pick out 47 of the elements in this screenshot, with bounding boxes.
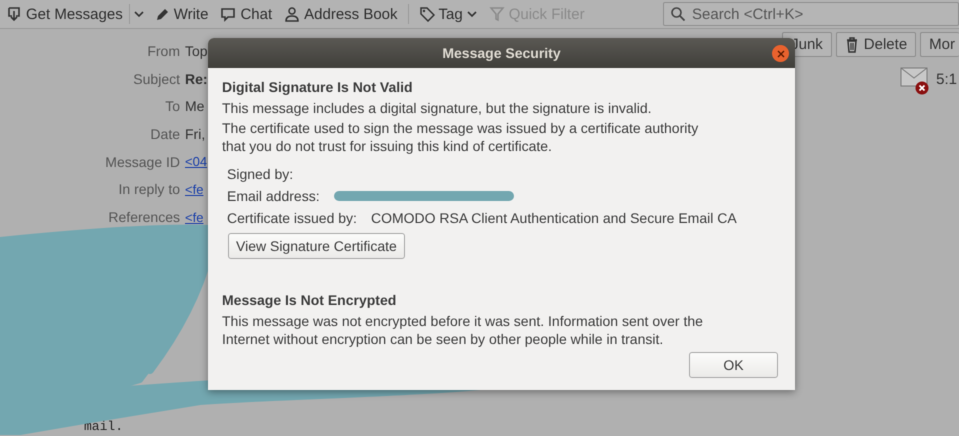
field-label: References	[107, 209, 180, 226]
close-icon	[776, 50, 784, 58]
detail-label: Certificate issued by:	[227, 210, 357, 226]
field-label: Subject	[132, 70, 180, 87]
tag-icon	[418, 6, 435, 22]
field-label: To	[164, 98, 180, 114]
message-text: The certificate used to sign the message was issued by a certificate authority that you do not trust for issuing this kind of certificate.	[222, 119, 700, 155]
detail-label: Email address:	[227, 188, 320, 204]
message-time: 5:1	[936, 71, 958, 88]
person-icon	[284, 6, 300, 22]
field-link[interactable]: <fe	[185, 210, 204, 225]
field-label: Message ID	[104, 154, 180, 170]
section-heading: Digital Signature Is Not Valid	[222, 78, 414, 97]
trash-icon	[844, 36, 859, 52]
toolbar-button[interactable]: Address Book	[278, 1, 404, 27]
download-icon	[6, 6, 22, 22]
action-button[interactable]: Delete	[836, 32, 916, 57]
field-value: Top	[185, 42, 208, 59]
field-value: Me	[185, 98, 204, 114]
field-label: In reply to	[118, 181, 180, 198]
search-field[interactable]: Search <Ctrl+K>	[663, 2, 959, 26]
toolbar-button[interactable]: Tag	[412, 1, 483, 27]
field-label: From	[146, 42, 180, 59]
toolbar-button[interactable]: Get Messages	[0, 1, 129, 27]
section-heading: Message Is Not Encrypted	[222, 291, 398, 310]
close-button[interactable]	[772, 45, 789, 62]
field-link[interactable]: <04	[185, 154, 208, 170]
unsigned-mail-icon	[900, 67, 930, 95]
message-text: This message includes a digital signature, but the signature is invalid.	[222, 99, 653, 117]
detail-label: Signed by:	[227, 166, 294, 182]
ok-button[interactable]: OK	[689, 352, 778, 378]
toolbar-button[interactable]: Write	[148, 1, 214, 27]
action-button[interactable]: Mor	[920, 32, 959, 57]
field-value: Fri,	[185, 126, 206, 142]
view-certificate-button[interactable]: View Signature Certificate	[228, 233, 405, 259]
dialog-title: Message Security	[442, 45, 561, 61]
filter-icon	[488, 6, 505, 22]
detail-value: COMODO RSA Client Authentication and Secure Email CA	[370, 210, 737, 226]
caret-icon	[134, 10, 144, 18]
field-value: Re:	[185, 70, 208, 87]
toolbar-button[interactable]: Chat	[214, 1, 278, 27]
message-text: This message was not encrypted before it was sent. Information sent over the Internet without encryption can be seen by other people while in transit.	[222, 312, 704, 348]
field-link[interactable]: <fe	[185, 182, 204, 197]
speech-bubble-icon	[220, 6, 236, 22]
field-label: Date	[149, 126, 180, 142]
search-icon	[670, 6, 686, 22]
message-text: mail.	[84, 419, 124, 434]
